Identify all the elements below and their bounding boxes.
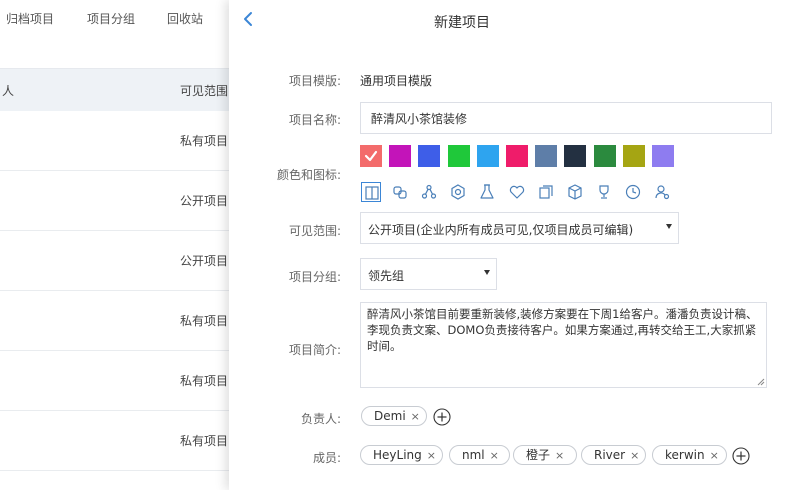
check-icon	[364, 150, 378, 162]
icon-option[interactable]	[361, 182, 381, 202]
remove-tag-icon[interactable]: ×	[411, 410, 420, 423]
color-swatch[interactable]	[418, 145, 441, 167]
color-swatch[interactable]	[506, 145, 528, 167]
row-visibility: 私有项目	[180, 134, 229, 148]
name-label: 项目名称:	[288, 113, 341, 127]
icon-option[interactable]	[536, 182, 556, 202]
trophy-icon	[599, 185, 609, 199]
table-header: 人 可见范围	[0, 68, 240, 112]
icon-option[interactable]	[594, 182, 614, 202]
color-swatch[interactable]	[564, 145, 587, 167]
project-name-input[interactable]	[360, 102, 772, 134]
resize-handle-icon[interactable]	[757, 378, 765, 386]
color-swatch[interactable]	[622, 145, 645, 167]
color-swatch[interactable]	[593, 145, 616, 167]
color-swatch[interactable]	[535, 145, 558, 167]
person-tag: Demi ×	[361, 406, 427, 426]
description-textarea[interactable]	[360, 302, 767, 388]
person-tag: kerwin ×	[652, 445, 727, 465]
color-swatch[interactable]	[652, 145, 674, 167]
remove-tag-icon[interactable]: ×	[490, 449, 499, 462]
color-swatch[interactable]	[447, 145, 470, 167]
row-visibility: 公开项目	[180, 254, 229, 268]
copy-icon	[538, 185, 553, 199]
flask-icon	[480, 184, 494, 199]
visibility-value: 公开项目(企业内所有成员可见,仅项目成员可编辑)	[368, 223, 634, 237]
heart-icon	[509, 185, 524, 199]
person-tag: HeyLing ×	[360, 445, 443, 465]
tag-label: HeyLing	[373, 448, 422, 462]
caret-down-icon	[484, 270, 490, 275]
plus-circle-icon	[732, 447, 750, 465]
tab-archived[interactable]: 归档项目	[6, 10, 54, 27]
tag-label: 橙子	[526, 448, 551, 462]
table-row[interactable]: 私有项目	[0, 411, 240, 471]
caret-down-icon	[666, 224, 672, 229]
user-settings-icon	[655, 185, 670, 200]
row-visibility: 私有项目	[180, 314, 229, 328]
tag-label: nml	[462, 448, 485, 462]
color-swatch[interactable]	[476, 145, 499, 167]
description-label: 项目简介:	[288, 343, 341, 357]
row-visibility: 私有项目	[180, 374, 229, 388]
cube-icon	[568, 184, 582, 200]
icon-option[interactable]	[623, 182, 643, 202]
row-visibility: 私有项目	[180, 434, 229, 448]
book-icon	[365, 186, 379, 200]
remove-tag-icon[interactable]: ×	[710, 449, 719, 462]
drawer-header: 新建项目	[229, 0, 805, 40]
color-swatch[interactable]	[389, 145, 412, 167]
visibility-select[interactable]: 公开项目(企业内所有成员可见,仅项目成员可编辑)	[360, 212, 679, 244]
table-row[interactable]: 私有项目	[0, 111, 240, 171]
table-row[interactable]: 私有项目	[0, 291, 240, 351]
icon-option[interactable]	[507, 182, 527, 202]
column-header-visibility: 可见范围	[180, 84, 229, 98]
icon-option[interactable]	[448, 182, 468, 202]
clock-icon	[625, 184, 640, 200]
remove-tag-icon[interactable]: ×	[630, 449, 639, 462]
tab-project-groups[interactable]: 项目分组	[87, 10, 135, 27]
remove-tag-icon[interactable]: ×	[427, 449, 436, 462]
visibility-label: 可见范围:	[288, 224, 341, 238]
add-button[interactable]	[433, 408, 451, 426]
table-row[interactable]: 公开项目	[0, 171, 240, 231]
color-swatch[interactable]	[360, 145, 382, 167]
table-row[interactable]: 私有项目	[0, 351, 240, 411]
tag-label: Demi	[374, 409, 406, 423]
tag-label: River	[594, 448, 626, 462]
icon-option[interactable]	[565, 182, 585, 202]
hexagon-icon	[451, 184, 465, 200]
plus-circle-icon	[433, 408, 451, 426]
template-value: 通用项目模版	[360, 74, 433, 88]
add-button[interactable]	[732, 447, 750, 465]
icon-option[interactable]	[419, 182, 439, 202]
icon-option[interactable]	[652, 182, 672, 202]
link-icon	[393, 186, 407, 199]
person-tag: 橙子 ×	[513, 445, 577, 465]
remove-tag-icon[interactable]: ×	[555, 449, 564, 462]
nodes-icon	[422, 184, 437, 199]
owner-label: 负责人:	[300, 412, 341, 426]
table-row[interactable]: 公开项目	[0, 231, 240, 291]
row-visibility: 公开项目	[180, 194, 229, 208]
icon-option[interactable]	[477, 182, 497, 202]
tag-label: kerwin	[665, 448, 705, 462]
new-project-drawer: 新建项目 项目模版: 通用项目模版 项目名称: 颜色和图标: 可见范围: 公开项…	[229, 0, 805, 490]
group-value: 领先组	[368, 269, 405, 283]
person-tag: nml ×	[449, 445, 510, 465]
template-label: 项目模版:	[288, 74, 341, 88]
color-icon-label: 颜色和图标:	[276, 168, 341, 182]
person-tag: River ×	[581, 445, 646, 465]
icon-option[interactable]	[390, 182, 410, 202]
tab-recycle-bin[interactable]: 回收站	[167, 10, 203, 27]
group-label: 项目分组:	[288, 270, 341, 284]
members-label: 成员:	[312, 451, 341, 465]
column-header-owner: 人	[2, 84, 15, 98]
drawer-title: 新建项目	[434, 15, 490, 31]
group-select[interactable]: 领先组	[360, 258, 497, 290]
